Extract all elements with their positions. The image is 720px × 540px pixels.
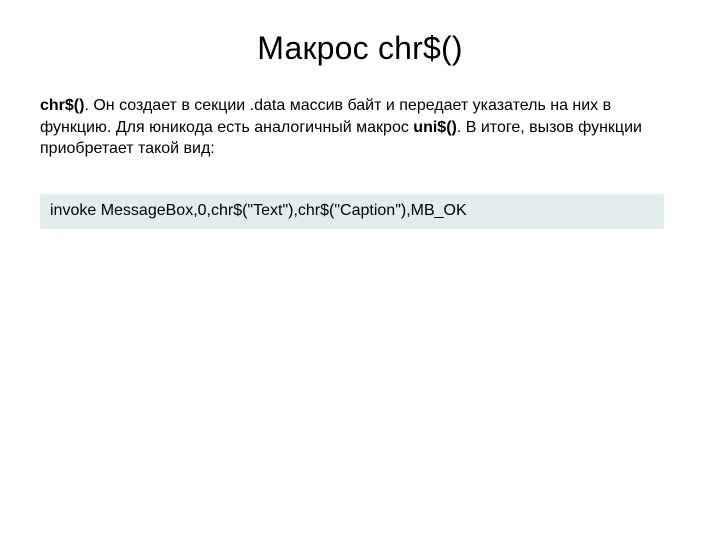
description-paragraph: chr$(). Он создает в секции .data массив… (40, 95, 680, 160)
macro-name-uni: uni$() (413, 119, 457, 136)
slide-title: Макрос chr$() (40, 30, 680, 67)
macro-name-chr: chr$() (40, 97, 84, 114)
slide: Макрос chr$() chr$(). Он создает в секци… (0, 0, 720, 540)
code-example: invoke MessageBox,0,chr$("Text"),chr$("C… (40, 194, 664, 229)
